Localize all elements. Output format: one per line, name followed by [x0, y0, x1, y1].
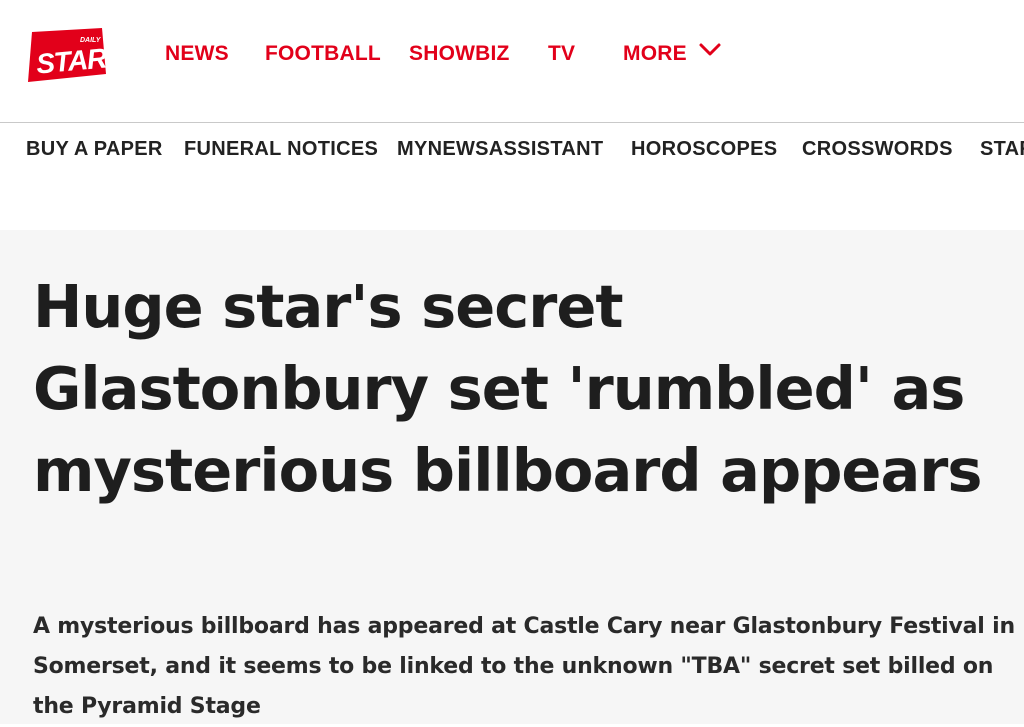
subnav-horoscopes[interactable]: HOROSCOPES — [631, 138, 777, 161]
logo-star-text: STAR — [35, 42, 106, 79]
nav-football[interactable]: FOOTBALL — [265, 42, 381, 66]
chevron-down-icon[interactable] — [698, 40, 722, 60]
subnav-crosswords[interactable]: CROSSWORDS — [802, 138, 953, 161]
subnav-funeral-notices[interactable]: FUNERAL NOTICES — [184, 138, 378, 161]
site-header: DAILY STAR NEWS FOOTBALL SHOWBIZ TV MORE — [0, 0, 1024, 123]
daily-star-logo[interactable]: DAILY STAR — [26, 28, 106, 82]
nav-tv[interactable]: TV — [548, 42, 575, 66]
article-headline: Huge star's secret Glastonbury set 'rumb… — [33, 272, 982, 505]
nav-showbiz[interactable]: SHOWBIZ — [409, 42, 510, 66]
subnav-mynewsassistant[interactable]: MYNEWSASSISTANT — [397, 138, 603, 161]
subnav-star[interactable]: STAR — [980, 138, 1024, 161]
subnav-buy-a-paper[interactable]: BUY A PAPER — [26, 138, 163, 161]
article-standfirst: A mysterious billboard has appeared at C… — [33, 614, 1015, 719]
nav-news[interactable]: NEWS — [165, 42, 229, 66]
secondary-nav: BUY A PAPER FUNERAL NOTICES MYNEWSASSIST… — [0, 123, 1024, 183]
nav-more[interactable]: MORE — [623, 42, 687, 66]
